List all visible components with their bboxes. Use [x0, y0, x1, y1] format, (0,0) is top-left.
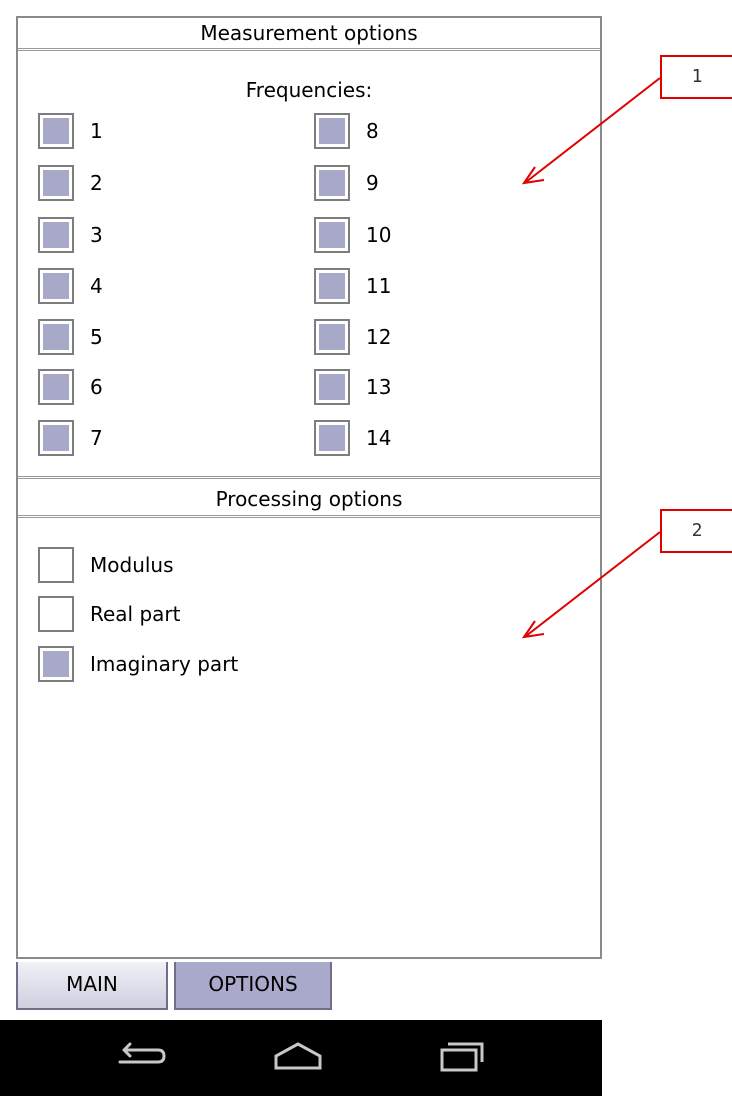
back-icon[interactable] — [110, 1032, 170, 1082]
annotation-label-2: 2 — [660, 509, 732, 553]
frequency-label: 6 — [90, 375, 103, 399]
frequency-label: 14 — [366, 426, 392, 450]
divider — [18, 515, 600, 518]
tab-main[interactable]: MAIN — [16, 962, 168, 1010]
options-panel: Measurement options Frequencies: 1 2 3 4… — [16, 16, 602, 959]
tab-options[interactable]: OPTIONS — [174, 962, 332, 1010]
processing-options-header: Processing options — [215, 487, 403, 511]
frequency-checkbox[interactable] — [314, 165, 350, 201]
frequency-checkbox[interactable] — [314, 369, 350, 405]
frequency-label: 3 — [90, 223, 103, 247]
frequency-checkbox[interactable] — [38, 420, 74, 456]
frequency-checkbox[interactable] — [38, 319, 74, 355]
frequency-label: 12 — [366, 325, 392, 349]
frequency-checkbox[interactable] — [314, 217, 350, 253]
frequency-label: 10 — [366, 223, 392, 247]
divider — [18, 476, 600, 479]
frequency-option-10[interactable]: 10 — [314, 214, 391, 256]
frequency-label: 5 — [90, 325, 103, 349]
frequency-checkbox[interactable] — [38, 217, 74, 253]
imaginary-part-checkbox[interactable] — [38, 646, 74, 682]
frequency-option-11[interactable]: 11 — [314, 265, 391, 307]
real-part-label: Real part — [90, 602, 181, 626]
frequency-option-8[interactable]: 8 — [314, 110, 379, 152]
annotation-label-1: 1 — [660, 55, 732, 99]
processing-option-imaginary-part[interactable]: Imaginary part — [38, 643, 238, 685]
recent-apps-icon[interactable] — [432, 1032, 492, 1082]
measurement-options-header: Measurement options — [200, 21, 418, 45]
processing-option-real-part[interactable]: Real part — [38, 593, 181, 635]
frequency-label: 11 — [366, 274, 392, 298]
frequencies-label: Frequencies: — [245, 78, 373, 102]
frequency-checkbox[interactable] — [314, 319, 350, 355]
frequency-label: 8 — [366, 119, 379, 143]
imaginary-part-label: Imaginary part — [90, 652, 239, 676]
divider — [18, 48, 600, 51]
android-nav-bar — [0, 1020, 602, 1096]
frequency-checkbox[interactable] — [38, 165, 74, 201]
frequency-option-4[interactable]: 4 — [38, 265, 103, 307]
frequency-checkbox[interactable] — [38, 369, 74, 405]
frequency-label: 13 — [366, 375, 392, 399]
frequency-option-1[interactable]: 1 — [38, 110, 103, 152]
frequency-label: 4 — [90, 274, 103, 298]
frequency-option-3[interactable]: 3 — [38, 214, 103, 256]
frequency-checkbox[interactable] — [38, 268, 74, 304]
frequency-checkbox[interactable] — [314, 113, 350, 149]
frequency-option-12[interactable]: 12 — [314, 316, 391, 358]
frequency-checkbox[interactable] — [38, 113, 74, 149]
frequency-label: 2 — [90, 171, 103, 195]
frequency-label: 1 — [90, 119, 103, 143]
processing-option-modulus[interactable]: Modulus — [38, 544, 174, 586]
real-part-checkbox[interactable] — [38, 596, 74, 632]
frequency-label: 7 — [90, 426, 103, 450]
frequency-option-9[interactable]: 9 — [314, 162, 379, 204]
frequency-option-2[interactable]: 2 — [38, 162, 103, 204]
frequency-option-7[interactable]: 7 — [38, 417, 103, 459]
frequency-label: 9 — [366, 171, 379, 195]
modulus-checkbox[interactable] — [38, 547, 74, 583]
frequency-option-6[interactable]: 6 — [38, 366, 103, 408]
frequency-checkbox[interactable] — [314, 420, 350, 456]
frequency-option-5[interactable]: 5 — [38, 316, 103, 358]
phone-screen: Measurement options Frequencies: 1 2 3 4… — [0, 0, 615, 1096]
frequency-checkbox[interactable] — [314, 268, 350, 304]
frequency-option-13[interactable]: 13 — [314, 366, 391, 408]
home-icon[interactable] — [268, 1032, 328, 1082]
modulus-label: Modulus — [90, 553, 174, 577]
frequency-option-14[interactable]: 14 — [314, 417, 391, 459]
